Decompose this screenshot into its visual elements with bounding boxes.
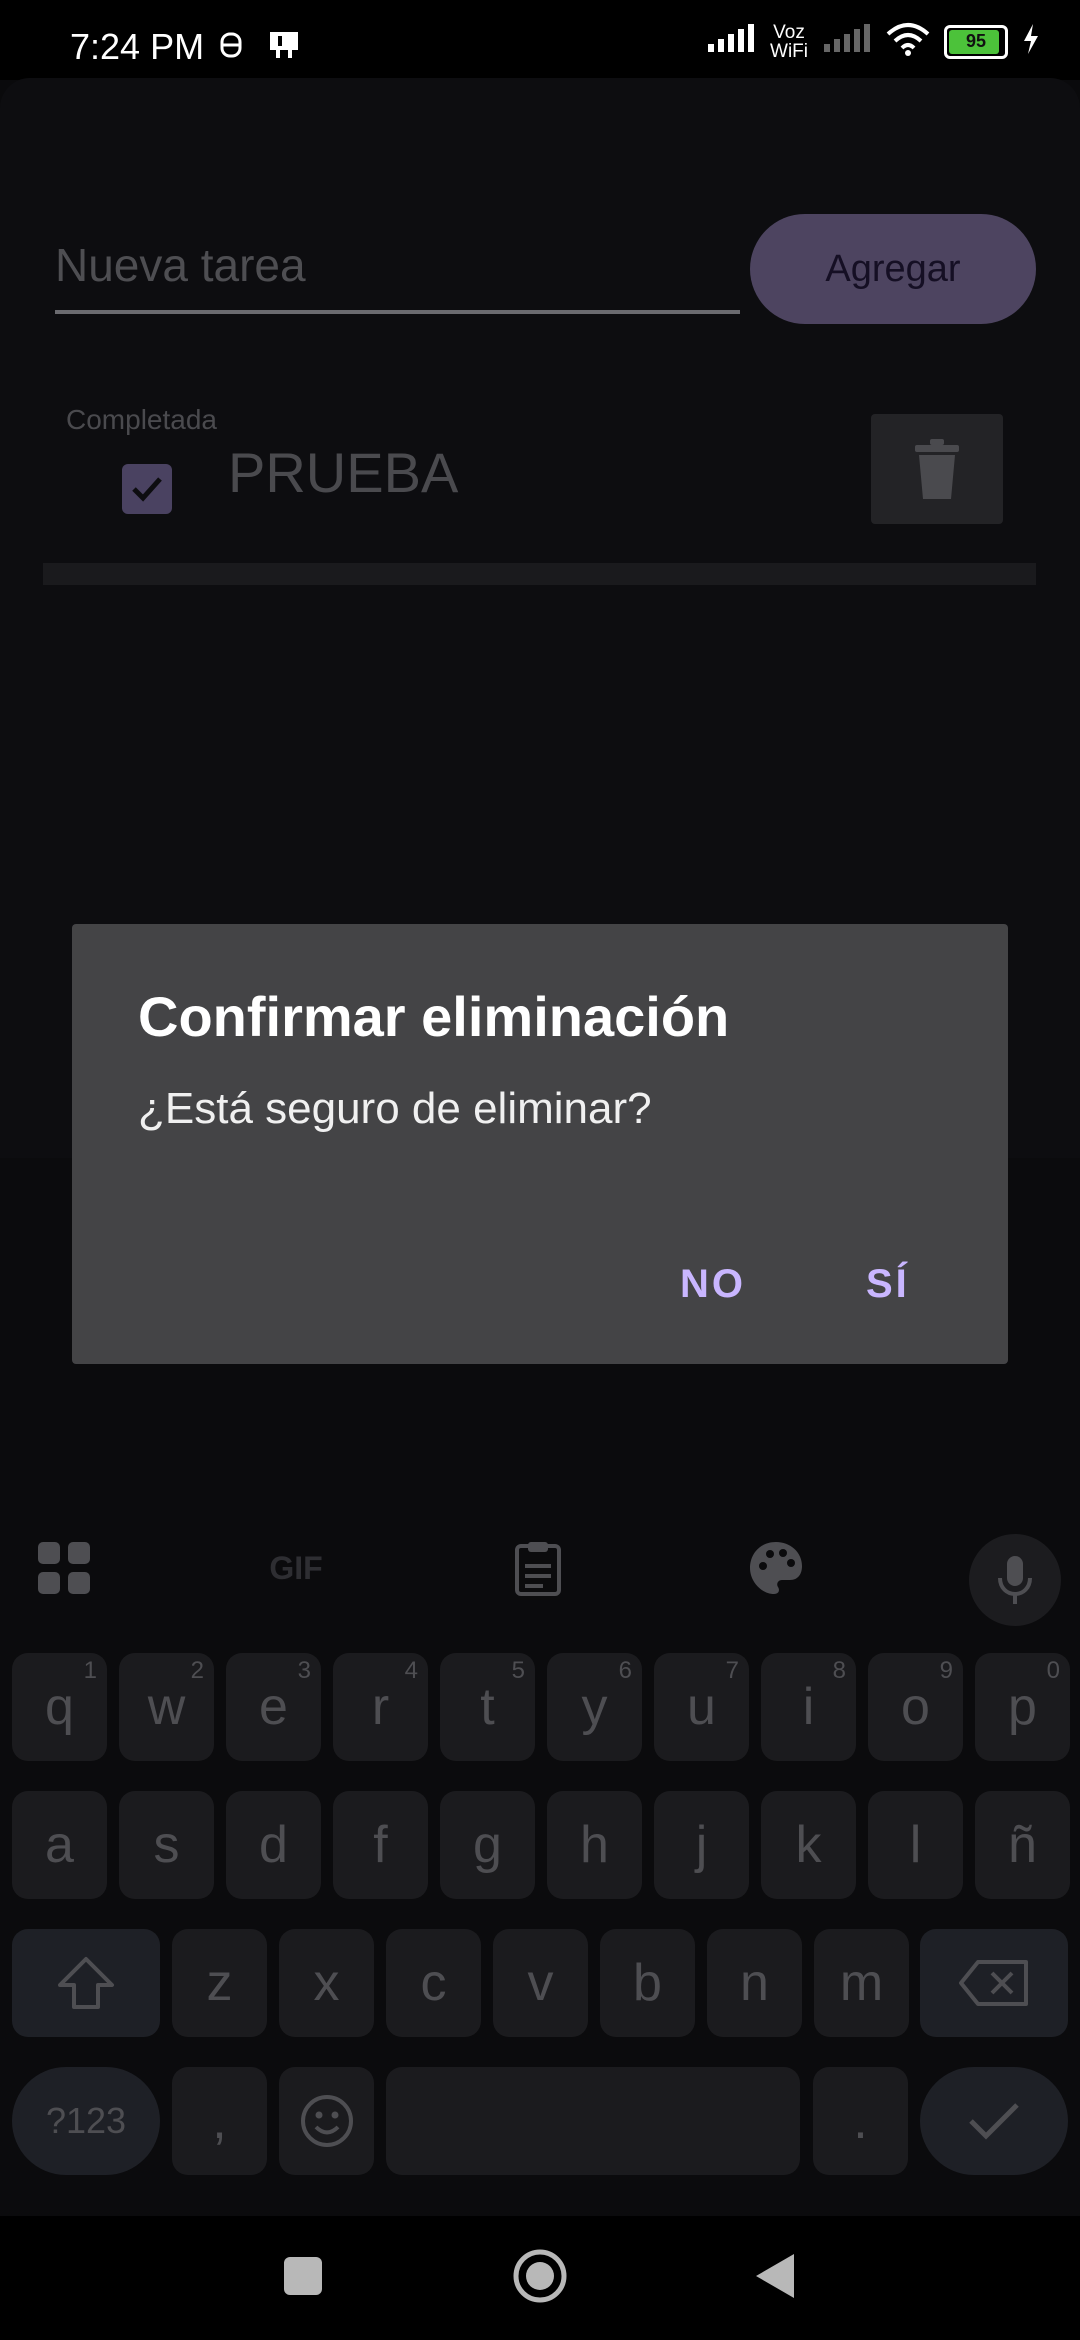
notification-icon	[218, 30, 244, 65]
key-d[interactable]: d	[226, 1791, 321, 1899]
home-button[interactable]	[512, 2248, 568, 2309]
dialog-message: ¿Está seguro de eliminar?	[138, 1084, 652, 1133]
add-task-button[interactable]: Agregar	[750, 214, 1036, 324]
app-notification-icon	[266, 30, 302, 65]
dialog-title: Confirmar eliminación	[138, 985, 730, 1048]
key-u[interactable]: u7	[654, 1653, 749, 1761]
gif-button[interactable]: GIF	[268, 1540, 324, 1596]
checkmark-icon	[132, 477, 162, 502]
completed-label: Completada	[66, 404, 217, 435]
new-task-placeholder: Nueva tarea	[55, 239, 306, 291]
shift-icon	[58, 1957, 114, 2009]
key-b[interactable]: b	[600, 1929, 695, 2037]
key-r[interactable]: r4	[333, 1653, 428, 1761]
emoji-icon	[300, 2095, 353, 2147]
key-e[interactable]: e3	[226, 1653, 321, 1761]
status-bar: 7:24 PM Voz WiFi 95	[0, 0, 1080, 80]
charging-icon	[1022, 24, 1040, 59]
key-k[interactable]: k	[761, 1791, 856, 1899]
voz-label: Voz	[773, 21, 805, 43]
emoji-key[interactable]	[279, 2067, 374, 2175]
period-key[interactable]: .	[813, 2067, 908, 2175]
key-c[interactable]: c	[386, 1929, 481, 2037]
palette-icon[interactable]	[748, 1540, 804, 1596]
key-v[interactable]: v	[493, 1929, 588, 2037]
confirm-delete-dialog: Confirmar eliminación ¿Está seguro de el…	[72, 924, 1008, 1364]
wifi-icon	[886, 22, 930, 61]
navigation-bar	[0, 2216, 1080, 2340]
new-task-input[interactable]: Nueva tarea	[55, 228, 740, 314]
shift-key[interactable]	[12, 1929, 160, 2037]
status-left-icons	[218, 30, 302, 65]
key-g[interactable]: g	[440, 1791, 535, 1899]
backspace-icon	[959, 1960, 1028, 2006]
trash-icon	[915, 439, 959, 499]
recents-button[interactable]	[283, 2256, 323, 2301]
dialog-no-button[interactable]: NO	[680, 1262, 746, 1307]
battery-icon: 95	[944, 24, 1008, 59]
voz-wifi-indicator: Voz WiFi	[770, 23, 808, 61]
key-w[interactable]: w2	[119, 1653, 214, 1761]
microphone-icon	[998, 1556, 1032, 1604]
enter-key[interactable]	[920, 2067, 1068, 2175]
square-icon	[284, 2257, 322, 2295]
dialog-yes-button[interactable]: SÍ	[866, 1262, 910, 1307]
key-i[interactable]: i8	[761, 1653, 856, 1761]
battery-level: 95	[965, 30, 987, 51]
key-m[interactable]: m	[814, 1929, 909, 2037]
key-s[interactable]: s	[119, 1791, 214, 1899]
wifi-label: WiFi	[770, 40, 808, 62]
key-z[interactable]: z	[172, 1929, 267, 2037]
key-f[interactable]: f	[333, 1791, 428, 1899]
key-t[interactable]: t5	[440, 1653, 535, 1761]
key-n[interactable]: n	[707, 1929, 802, 2037]
key-x[interactable]: x	[279, 1929, 374, 2037]
key-q[interactable]: q1	[12, 1653, 107, 1761]
key-n-tilde[interactable]: ñ	[975, 1791, 1070, 1899]
status-time: 7:24 PM	[70, 26, 205, 67]
key-p[interactable]: p0	[975, 1653, 1070, 1761]
key-y[interactable]: y6	[547, 1653, 642, 1761]
back-button[interactable]	[754, 2252, 796, 2305]
symbols-key[interactable]: ?123	[12, 2067, 160, 2175]
signal-2-icon	[822, 24, 872, 59]
space-key[interactable]	[386, 2067, 800, 2175]
apps-grid-icon[interactable]	[36, 1540, 92, 1596]
home-circle-icon	[513, 2249, 567, 2303]
comma-key[interactable]: ,	[172, 2067, 267, 2175]
microphone-button[interactable]	[969, 1534, 1061, 1626]
task-title: PRUEBA	[228, 441, 459, 504]
key-l[interactable]: l	[868, 1791, 963, 1899]
backspace-key[interactable]	[920, 1929, 1068, 2037]
signal-icon	[706, 24, 756, 59]
key-a[interactable]: a	[12, 1791, 107, 1899]
checkmark-enter-icon	[969, 2103, 1019, 2140]
key-h[interactable]: h	[547, 1791, 642, 1899]
completed-checkbox[interactable]	[122, 464, 172, 514]
key-o[interactable]: o9	[868, 1653, 963, 1761]
task-divider	[43, 563, 1036, 585]
clipboard-icon[interactable]	[510, 1540, 566, 1596]
delete-task-button[interactable]	[871, 414, 1003, 524]
back-triangle-icon	[756, 2254, 794, 2298]
status-right-icons: Voz WiFi 95	[706, 22, 1040, 61]
key-j[interactable]: j	[654, 1791, 749, 1899]
